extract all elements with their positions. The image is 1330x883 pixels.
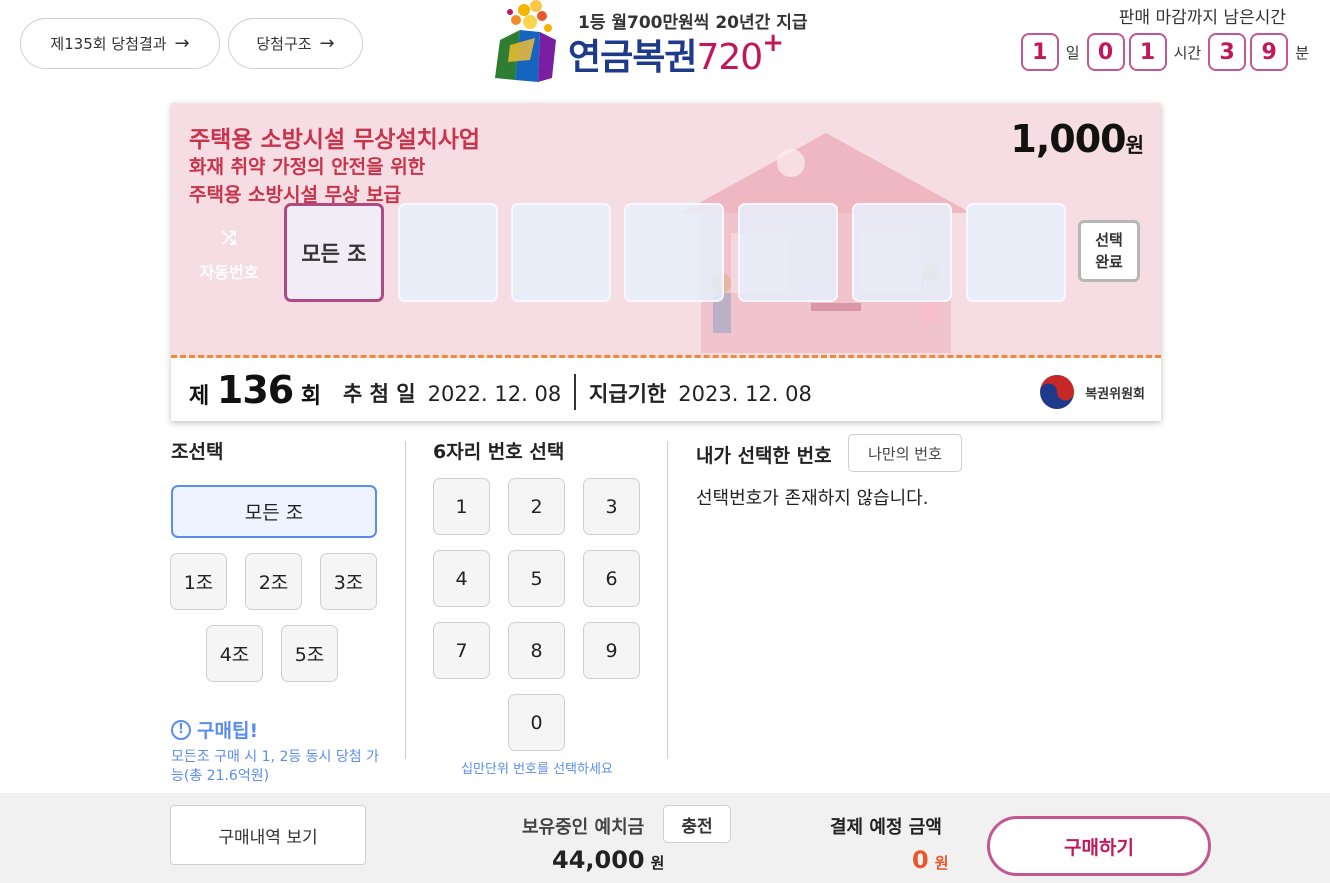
group-2-button[interactable]: 2조 bbox=[245, 553, 302, 610]
number-section-title: 6자리 번호 선택 bbox=[433, 441, 565, 463]
payment-deadline-label: 지급기한 bbox=[589, 382, 667, 406]
shuffle-icon: ⤮ bbox=[221, 228, 237, 249]
charge-button[interactable]: 충전 bbox=[663, 805, 731, 843]
draw-date-value: 2022. 12. 08 bbox=[427, 382, 562, 406]
timer-min-ones: 9 bbox=[1250, 33, 1289, 71]
round-number: 제 136 회 bbox=[189, 368, 321, 412]
auto-number-button[interactable]: ⤮ 자동번호 bbox=[196, 228, 262, 283]
my-numbers-button[interactable]: 나만의 번호 bbox=[848, 434, 962, 472]
number-3-button[interactable]: 3 bbox=[583, 478, 640, 535]
committee-name: 복권위원회 bbox=[1085, 386, 1145, 402]
deposit-label: 보유중인 예치금 bbox=[522, 817, 645, 838]
purchase-history-button[interactable]: 구매내역 보기 bbox=[170, 805, 366, 865]
lottery-committee: 복권위원회 bbox=[1039, 374, 1145, 410]
ticket-group-slot[interactable]: 모든 조 bbox=[284, 203, 384, 302]
timer-label: 판매 마감까지 남은시간 bbox=[1118, 8, 1286, 28]
number-6-button[interactable]: 6 bbox=[583, 550, 640, 607]
group-4-button[interactable]: 4조 bbox=[206, 625, 263, 682]
auto-number-label: 자동번호 bbox=[199, 263, 259, 282]
ticket-footer: 제 136 회 추 첨 일 2022. 12. 08 지급기한 2023. 12. … bbox=[171, 358, 1161, 421]
arrow-right-icon: → bbox=[319, 33, 335, 54]
number-7-button[interactable]: 7 bbox=[433, 622, 490, 679]
logo-title: 연금복권720+ bbox=[568, 28, 784, 80]
purchase-tip-label: 구매팁! bbox=[197, 720, 259, 742]
timer-min-unit: 분 bbox=[1295, 43, 1309, 62]
timer-day: 1 bbox=[1020, 33, 1059, 71]
timer-day-unit: 일 bbox=[1065, 43, 1080, 62]
purchase-footer: 구매내역 보기 보유중인 예치금 충전 44,000 원 결제 예정 금액 0원 … bbox=[0, 793, 1330, 883]
my-numbers-title: 내가 선택한 번호 bbox=[696, 445, 832, 467]
lottery-logo-icon bbox=[495, 0, 556, 82]
ticket-digit-slot-6[interactable] bbox=[966, 203, 1066, 302]
deposit-amount: 44,000 원 bbox=[552, 846, 664, 874]
panel-divider bbox=[667, 441, 668, 759]
ticket-price-value: 1,000 bbox=[1010, 117, 1126, 161]
logo-plus: + bbox=[762, 28, 784, 58]
deposit-amount-value: 44,000 bbox=[552, 846, 645, 874]
round-value: 136 bbox=[216, 368, 294, 412]
number-9-button[interactable]: 9 bbox=[583, 622, 640, 679]
panel-divider bbox=[405, 441, 406, 759]
ticket-price-unit: 원 bbox=[1125, 133, 1144, 157]
draw-date: 추 첨 일 2022. 12. 08 bbox=[343, 378, 561, 408]
lottery-ticket: 주택용 소방시설 무상설치사업 화재 취약 가정의 안전을 위한 주택용 소방시… bbox=[171, 103, 1161, 421]
draw-date-label: 추 첨 일 bbox=[343, 382, 416, 406]
number-1-button[interactable]: 1 bbox=[433, 478, 490, 535]
taegeuk-icon bbox=[1040, 375, 1075, 409]
prize-structure-label: 당첨구조 bbox=[256, 35, 312, 53]
ticket-digit-slot-1[interactable] bbox=[398, 203, 498, 302]
purchase-tip-text: 모든조 구매 시 1, 2등 동시 당첨 가능(총 21.6억원) bbox=[171, 749, 379, 784]
purchase-tip-title: ! 구매팁! bbox=[171, 716, 258, 743]
select-done-line2: 완료 bbox=[1095, 253, 1123, 271]
payment-amount-unit: 원 bbox=[934, 854, 949, 872]
payment-amount-label: 결제 예정 금액 bbox=[830, 817, 942, 838]
payment-deadline-value: 2023. 12. 08 bbox=[678, 382, 812, 406]
payment-amount: 0원 bbox=[912, 846, 949, 874]
arrow-right-icon: → bbox=[174, 33, 190, 54]
ticket-digit-slot-2[interactable] bbox=[511, 203, 611, 302]
deposit-amount-unit: 원 bbox=[650, 854, 665, 872]
timer-hour-ones: 1 bbox=[1128, 33, 1167, 71]
prev-result-label: 제135회 당첨결과 bbox=[50, 35, 167, 53]
timer-hour-unit: 시간 bbox=[1173, 43, 1202, 62]
logo-number: 720 bbox=[696, 37, 763, 78]
logo-title-text: 연금복권 bbox=[568, 37, 697, 78]
timer-hour-tens: 0 bbox=[1086, 33, 1125, 71]
info-icon: ! bbox=[171, 719, 191, 740]
number-8-button[interactable]: 8 bbox=[508, 622, 565, 679]
ticket-subtitle-line1: 화재 취약 가정의 안전을 위한 bbox=[189, 156, 426, 178]
countdown-timer: 1 일 0 1 시간 3 9 분 bbox=[1020, 33, 1312, 71]
no-selection-message: 선택번호가 존재하지 않습니다. bbox=[696, 488, 929, 509]
number-2-button[interactable]: 2 bbox=[508, 478, 565, 535]
number-hint: 십만단위 번호를 선택하세요 bbox=[461, 762, 613, 777]
group-3-button[interactable]: 3조 bbox=[320, 553, 377, 610]
all-groups-button[interactable]: 모든 조 bbox=[171, 485, 377, 538]
ticket-title: 주택용 소방시설 무상설치사업 bbox=[189, 127, 481, 153]
group-5-button[interactable]: 5조 bbox=[281, 625, 338, 682]
payment-amount-value: 0 bbox=[912, 846, 929, 874]
number-4-button[interactable]: 4 bbox=[433, 550, 490, 607]
ticket-separator bbox=[574, 374, 576, 410]
group-1-button[interactable]: 1조 bbox=[170, 553, 227, 610]
round-suffix: 회 bbox=[300, 384, 322, 409]
buy-button[interactable]: 구매하기 bbox=[987, 816, 1211, 876]
ticket-digit-slot-3[interactable] bbox=[624, 203, 724, 302]
payment-deadline: 지급기한 2023. 12. 08 bbox=[589, 378, 812, 408]
select-done-line1: 선택 bbox=[1095, 231, 1123, 249]
number-5-button[interactable]: 5 bbox=[508, 550, 565, 607]
group-section-title: 조선택 bbox=[171, 441, 224, 463]
logo: 1등 월700만원씩 20년간 지급 연금복권720+ bbox=[490, 0, 840, 85]
select-done-button[interactable]: 선택 완료 bbox=[1078, 220, 1140, 282]
ticket-digit-slot-5[interactable] bbox=[852, 203, 952, 302]
round-prefix: 제 bbox=[189, 384, 210, 409]
prize-structure-button[interactable]: 당첨구조 → bbox=[228, 18, 363, 69]
ticket-subtitle: 화재 취약 가정의 안전을 위한 주택용 소방시설 무상 보급 bbox=[189, 153, 425, 209]
ticket-price: 1,000원 bbox=[1010, 117, 1144, 161]
timer-min-tens: 3 bbox=[1208, 33, 1247, 71]
ticket-digit-slot-4[interactable] bbox=[738, 203, 838, 302]
number-0-button[interactable]: 0 bbox=[508, 694, 565, 751]
prev-result-button[interactable]: 제135회 당첨결과 → bbox=[20, 18, 220, 69]
